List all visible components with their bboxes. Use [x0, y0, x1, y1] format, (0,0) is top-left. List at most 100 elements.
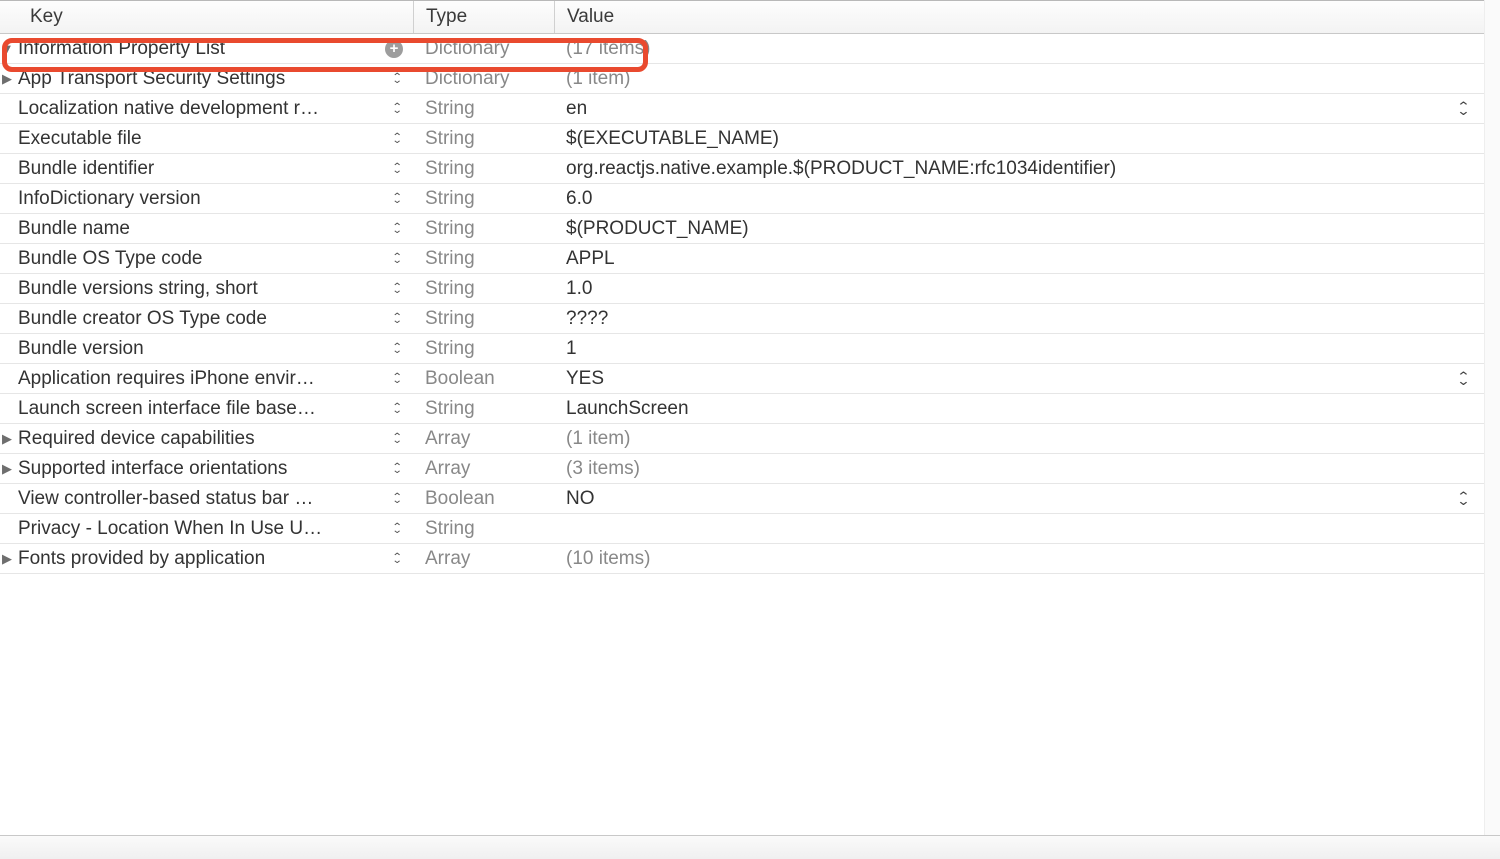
row-type: String [413, 188, 554, 210]
disclosure-triangle-icon[interactable] [0, 71, 14, 87]
column-header-type[interactable]: Type [413, 1, 554, 33]
key-stepper-icon[interactable] [391, 459, 403, 479]
key-stepper-icon[interactable] [391, 429, 403, 449]
key-stepper-icon[interactable] [391, 99, 403, 119]
row-key-label: InfoDictionary version [18, 188, 201, 210]
row-type: Array [413, 428, 554, 450]
key-stepper-icon[interactable] [391, 399, 403, 419]
add-row-button[interactable]: + [385, 40, 403, 58]
key-stepper-icon[interactable] [391, 279, 403, 299]
key-stepper-icon[interactable] [391, 219, 403, 239]
plist-row[interactable]: ▶Application requires iPhone enviro…Bool… [0, 364, 1500, 394]
plist-row[interactable]: App Transport Security Settings Dictionar… [0, 64, 1500, 94]
row-type: Array [413, 458, 554, 480]
plist-row[interactable]: ▶Bundle versions string, shortString1.0 [0, 274, 1500, 304]
plist-row[interactable]: ▶Bundle creator OS Type codeString???? [0, 304, 1500, 334]
row-key-label: Bundle versions string, short [18, 278, 258, 300]
row-type: String [413, 398, 554, 420]
row-key-label: App Transport Security Settings [18, 68, 285, 90]
row-value[interactable]: (3 items) [554, 458, 1500, 480]
plist-row[interactable]: ▶Bundle OS Type codeStringAPPL [0, 244, 1500, 274]
row-value[interactable]: LaunchScreen [554, 398, 1500, 420]
plist-row[interactable]: ▶Bundle nameString$(PRODUCT_NAME) [0, 214, 1500, 244]
row-key-label: Bundle version [18, 338, 144, 360]
value-stepper-icon[interactable] [1456, 99, 1470, 119]
row-type: String [413, 518, 554, 540]
plist-root-row[interactable]: Information Property List + Dictionary (… [0, 34, 1500, 64]
row-key-label: View controller-based status bar a… [18, 488, 323, 510]
plist-row[interactable]: ▶Privacy - Location When In Use Us…Strin… [0, 514, 1500, 544]
key-stepper-icon[interactable] [391, 519, 403, 539]
row-type: String [413, 248, 554, 270]
row-key-label: Localization native development re… [18, 98, 323, 120]
plist-row[interactable]: ▶View controller-based status bar a…Bool… [0, 484, 1500, 514]
key-stepper-icon[interactable] [391, 249, 403, 269]
row-type: Array [413, 548, 554, 570]
row-type: Dictionary [413, 68, 554, 90]
column-header-key[interactable]: Key [0, 1, 413, 33]
root-value: (17 items) [554, 38, 1500, 60]
plist-row[interactable]: ▶Localization native development re…Stri… [0, 94, 1500, 124]
row-type: String [413, 158, 554, 180]
row-value[interactable]: $(EXECUTABLE_NAME) [554, 128, 1500, 150]
key-stepper-icon[interactable] [391, 309, 403, 329]
disclosure-triangle-icon[interactable] [0, 431, 14, 447]
row-key-label: Launch screen interface file base… [18, 398, 316, 420]
row-key-label: Supported interface orientations [18, 458, 287, 480]
value-stepper-icon[interactable] [1456, 369, 1470, 389]
row-key-label: Fonts provided by application [18, 548, 265, 570]
plist-row[interactable]: ▶Bundle identifierStringorg.reactjs.nati… [0, 154, 1500, 184]
row-type: String [413, 128, 554, 150]
disclosure-triangle-icon[interactable] [0, 551, 14, 567]
row-value[interactable]: ???? [554, 308, 1500, 330]
row-type: Boolean [413, 368, 554, 390]
key-stepper-icon[interactable] [391, 549, 403, 569]
row-key-label: Executable file [18, 128, 142, 150]
row-value[interactable]: $(PRODUCT_NAME) [554, 218, 1500, 240]
value-stepper-icon[interactable] [1456, 489, 1470, 509]
row-type: String [413, 218, 554, 240]
row-value[interactable]: 1 [554, 338, 1500, 360]
row-key-label: Bundle name [18, 218, 130, 240]
row-value[interactable]: 1.0 [554, 278, 1500, 300]
plist-row[interactable]: Supported interface orientations Array(3 … [0, 454, 1500, 484]
row-value[interactable]: 6.0 [554, 188, 1500, 210]
plist-row[interactable]: ▶Executable fileString$(EXECUTABLE_NAME) [0, 124, 1500, 154]
key-stepper-icon[interactable] [391, 489, 403, 509]
row-value[interactable]: en [554, 98, 1500, 120]
vertical-scrollbar[interactable] [1484, 0, 1500, 835]
disclosure-triangle-icon[interactable] [0, 41, 14, 56]
editor-footer [0, 835, 1500, 859]
plist-row[interactable]: ▶InfoDictionary versionString6.0 [0, 184, 1500, 214]
plist-editor: Key Type Value Information Property List… [0, 0, 1500, 574]
row-value[interactable]: (10 items) [554, 548, 1500, 570]
row-key-label: Privacy - Location When In Use Us… [18, 518, 323, 540]
plist-row[interactable]: Fonts provided by application Array(10 it… [0, 544, 1500, 574]
key-stepper-icon[interactable] [391, 189, 403, 209]
row-value[interactable]: org.reactjs.native.example.$(PRODUCT_NAM… [554, 158, 1500, 180]
row-key-label: Application requires iPhone enviro… [18, 368, 323, 390]
key-stepper-icon[interactable] [391, 159, 403, 179]
disclosure-triangle-icon[interactable] [0, 461, 14, 477]
plist-row[interactable]: Required device capabilities Array(1 item… [0, 424, 1500, 454]
key-stepper-icon[interactable] [391, 339, 403, 359]
column-header-row: Key Type Value [0, 0, 1500, 34]
row-key-label: Bundle identifier [18, 158, 154, 180]
root-type: Dictionary [413, 38, 554, 60]
plist-row[interactable]: ▶Bundle versionString1 [0, 334, 1500, 364]
row-type: String [413, 308, 554, 330]
key-stepper-icon[interactable] [391, 369, 403, 389]
row-value[interactable]: (1 item) [554, 428, 1500, 450]
root-key-label: Information Property List [18, 38, 225, 60]
row-type: String [413, 98, 554, 120]
plist-row[interactable]: ▶Launch screen interface file base…Strin… [0, 394, 1500, 424]
row-type: Boolean [413, 488, 554, 510]
row-key-label: Required device capabilities [18, 428, 255, 450]
key-stepper-icon[interactable] [391, 129, 403, 149]
row-value[interactable]: NO [554, 488, 1500, 510]
column-header-value[interactable]: Value [554, 1, 1500, 33]
row-value[interactable]: (1 item) [554, 68, 1500, 90]
key-stepper-icon[interactable] [391, 69, 403, 89]
row-value[interactable]: APPL [554, 248, 1500, 270]
row-value[interactable]: YES [554, 368, 1500, 390]
